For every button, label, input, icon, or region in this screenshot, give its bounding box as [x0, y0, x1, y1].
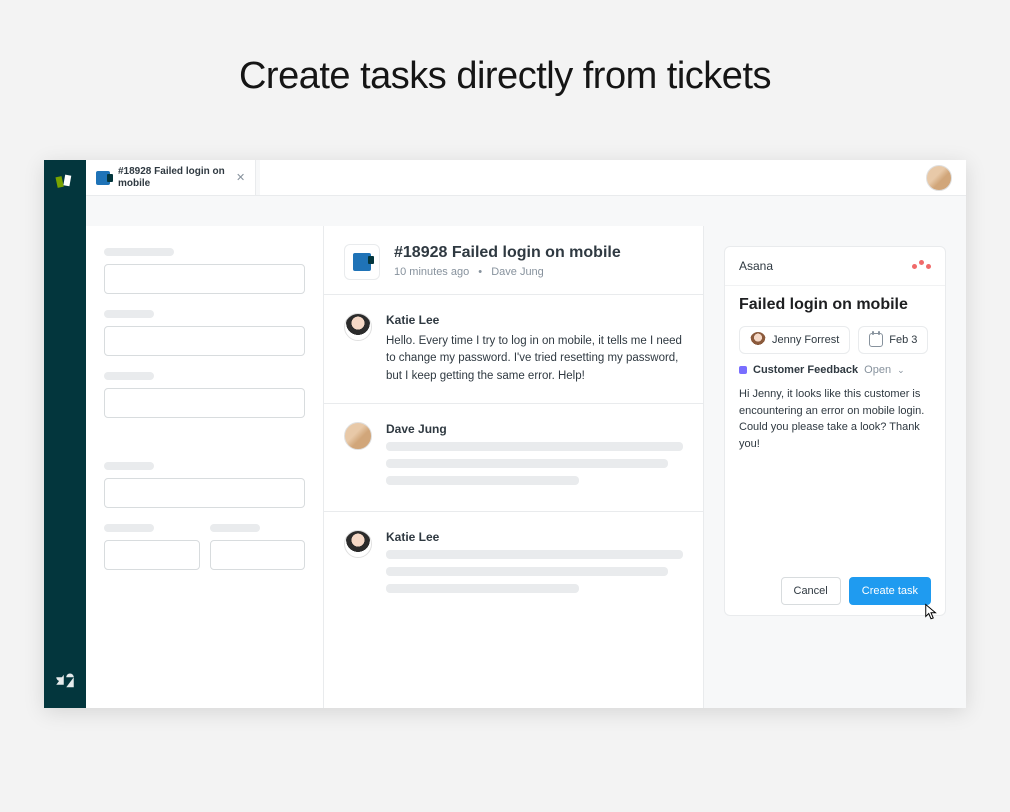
assignee-avatar: [750, 332, 766, 348]
project-name: Customer Feedback: [753, 364, 858, 376]
task-description[interactable]: Hi Jenny, it looks like this customer is…: [739, 386, 931, 452]
ticket-header: #18928 Failed login on mobile 10 minutes…: [324, 226, 703, 294]
ticket-meta: 10 minutes ago • Dave Jung: [394, 266, 621, 278]
field-label-placeholder: [104, 372, 154, 380]
text-placeholder: [386, 442, 683, 451]
field-label-placeholder: [104, 310, 154, 318]
message-avatar: [344, 422, 372, 450]
ticket-tab-title: #18928 Failed login on mobile: [118, 166, 228, 190]
field-label-placeholder: [104, 248, 174, 256]
asana-card: Asana Failed login on mobile Jenny Forre…: [724, 246, 946, 616]
project-color-icon: [739, 366, 747, 374]
nav-logo-icon[interactable]: [55, 172, 75, 192]
conversation-panel: #18928 Failed login on mobile 10 minutes…: [324, 226, 704, 708]
field-label-placeholder: [210, 524, 260, 532]
field-input-placeholder[interactable]: [104, 264, 305, 294]
task-title[interactable]: Failed login on mobile: [739, 296, 931, 314]
ticket-title: #18928 Failed login on mobile: [394, 244, 621, 262]
text-placeholder: [386, 476, 579, 485]
field-label-placeholder: [104, 524, 154, 532]
message-avatar: [344, 530, 372, 558]
zendesk-brand-icon: [55, 671, 75, 696]
field-input-placeholder[interactable]: [104, 326, 305, 356]
message-author: Katie Lee: [386, 313, 683, 327]
due-date-chip[interactable]: Feb 3: [858, 326, 928, 354]
channel-icon: [344, 244, 380, 280]
calendar-icon: [869, 333, 883, 347]
asana-app-label: Asana: [739, 259, 773, 273]
text-placeholder: [386, 550, 683, 559]
cursor-icon: [923, 603, 939, 621]
ticket-time: 10 minutes ago: [394, 266, 469, 278]
chevron-down-icon: ⌄: [897, 365, 905, 376]
assignee-chip[interactable]: Jenny Forrest: [739, 326, 850, 354]
message-author: Katie Lee: [386, 530, 683, 544]
text-placeholder: [386, 584, 579, 593]
app-window: #18928 Failed login on mobile ✕: [44, 160, 966, 708]
asana-header: Asana: [725, 247, 945, 286]
ticket-tab-icon: [96, 171, 110, 185]
main-column: #18928 Failed login on mobile ✕: [86, 160, 966, 708]
current-user-avatar[interactable]: [926, 165, 952, 191]
field-input-placeholder[interactable]: [104, 540, 200, 570]
message: Katie Lee: [324, 511, 703, 619]
message-text: Hello. Every time I try to log in on mob…: [386, 333, 683, 385]
due-date: Feb 3: [889, 334, 917, 346]
project-status: Open: [864, 364, 891, 376]
message: Dave Jung: [324, 403, 703, 511]
nav-rail: [44, 160, 86, 708]
create-task-button[interactable]: Create task: [849, 577, 931, 605]
hero-title: Create tasks directly from tickets: [0, 55, 1010, 98]
asana-logo-icon: [912, 264, 931, 269]
apps-panel: Asana Failed login on mobile Jenny Forre…: [704, 226, 966, 708]
field-input-placeholder[interactable]: [104, 388, 305, 418]
workspace: #18928 Failed login on mobile 10 minutes…: [86, 196, 966, 708]
field-input-placeholder[interactable]: [210, 540, 306, 570]
message-avatar: [344, 313, 372, 341]
ticket-fields-panel: [86, 226, 324, 708]
cancel-button[interactable]: Cancel: [781, 577, 841, 605]
text-placeholder: [386, 459, 668, 468]
project-row[interactable]: Customer Feedback Open ⌄: [739, 364, 931, 376]
top-bar-right: [256, 160, 966, 195]
ticket-requester: Dave Jung: [491, 266, 544, 278]
ticket-tab[interactable]: #18928 Failed login on mobile ✕: [86, 160, 256, 195]
text-placeholder: [386, 567, 668, 576]
field-input-placeholder[interactable]: [104, 478, 305, 508]
close-icon[interactable]: ✕: [236, 171, 245, 184]
assignee-name: Jenny Forrest: [772, 334, 839, 346]
message: Katie Lee Hello. Every time I try to log…: [324, 294, 703, 403]
top-bar: #18928 Failed login on mobile ✕: [86, 160, 966, 196]
field-label-placeholder: [104, 462, 154, 470]
message-author: Dave Jung: [386, 422, 683, 436]
